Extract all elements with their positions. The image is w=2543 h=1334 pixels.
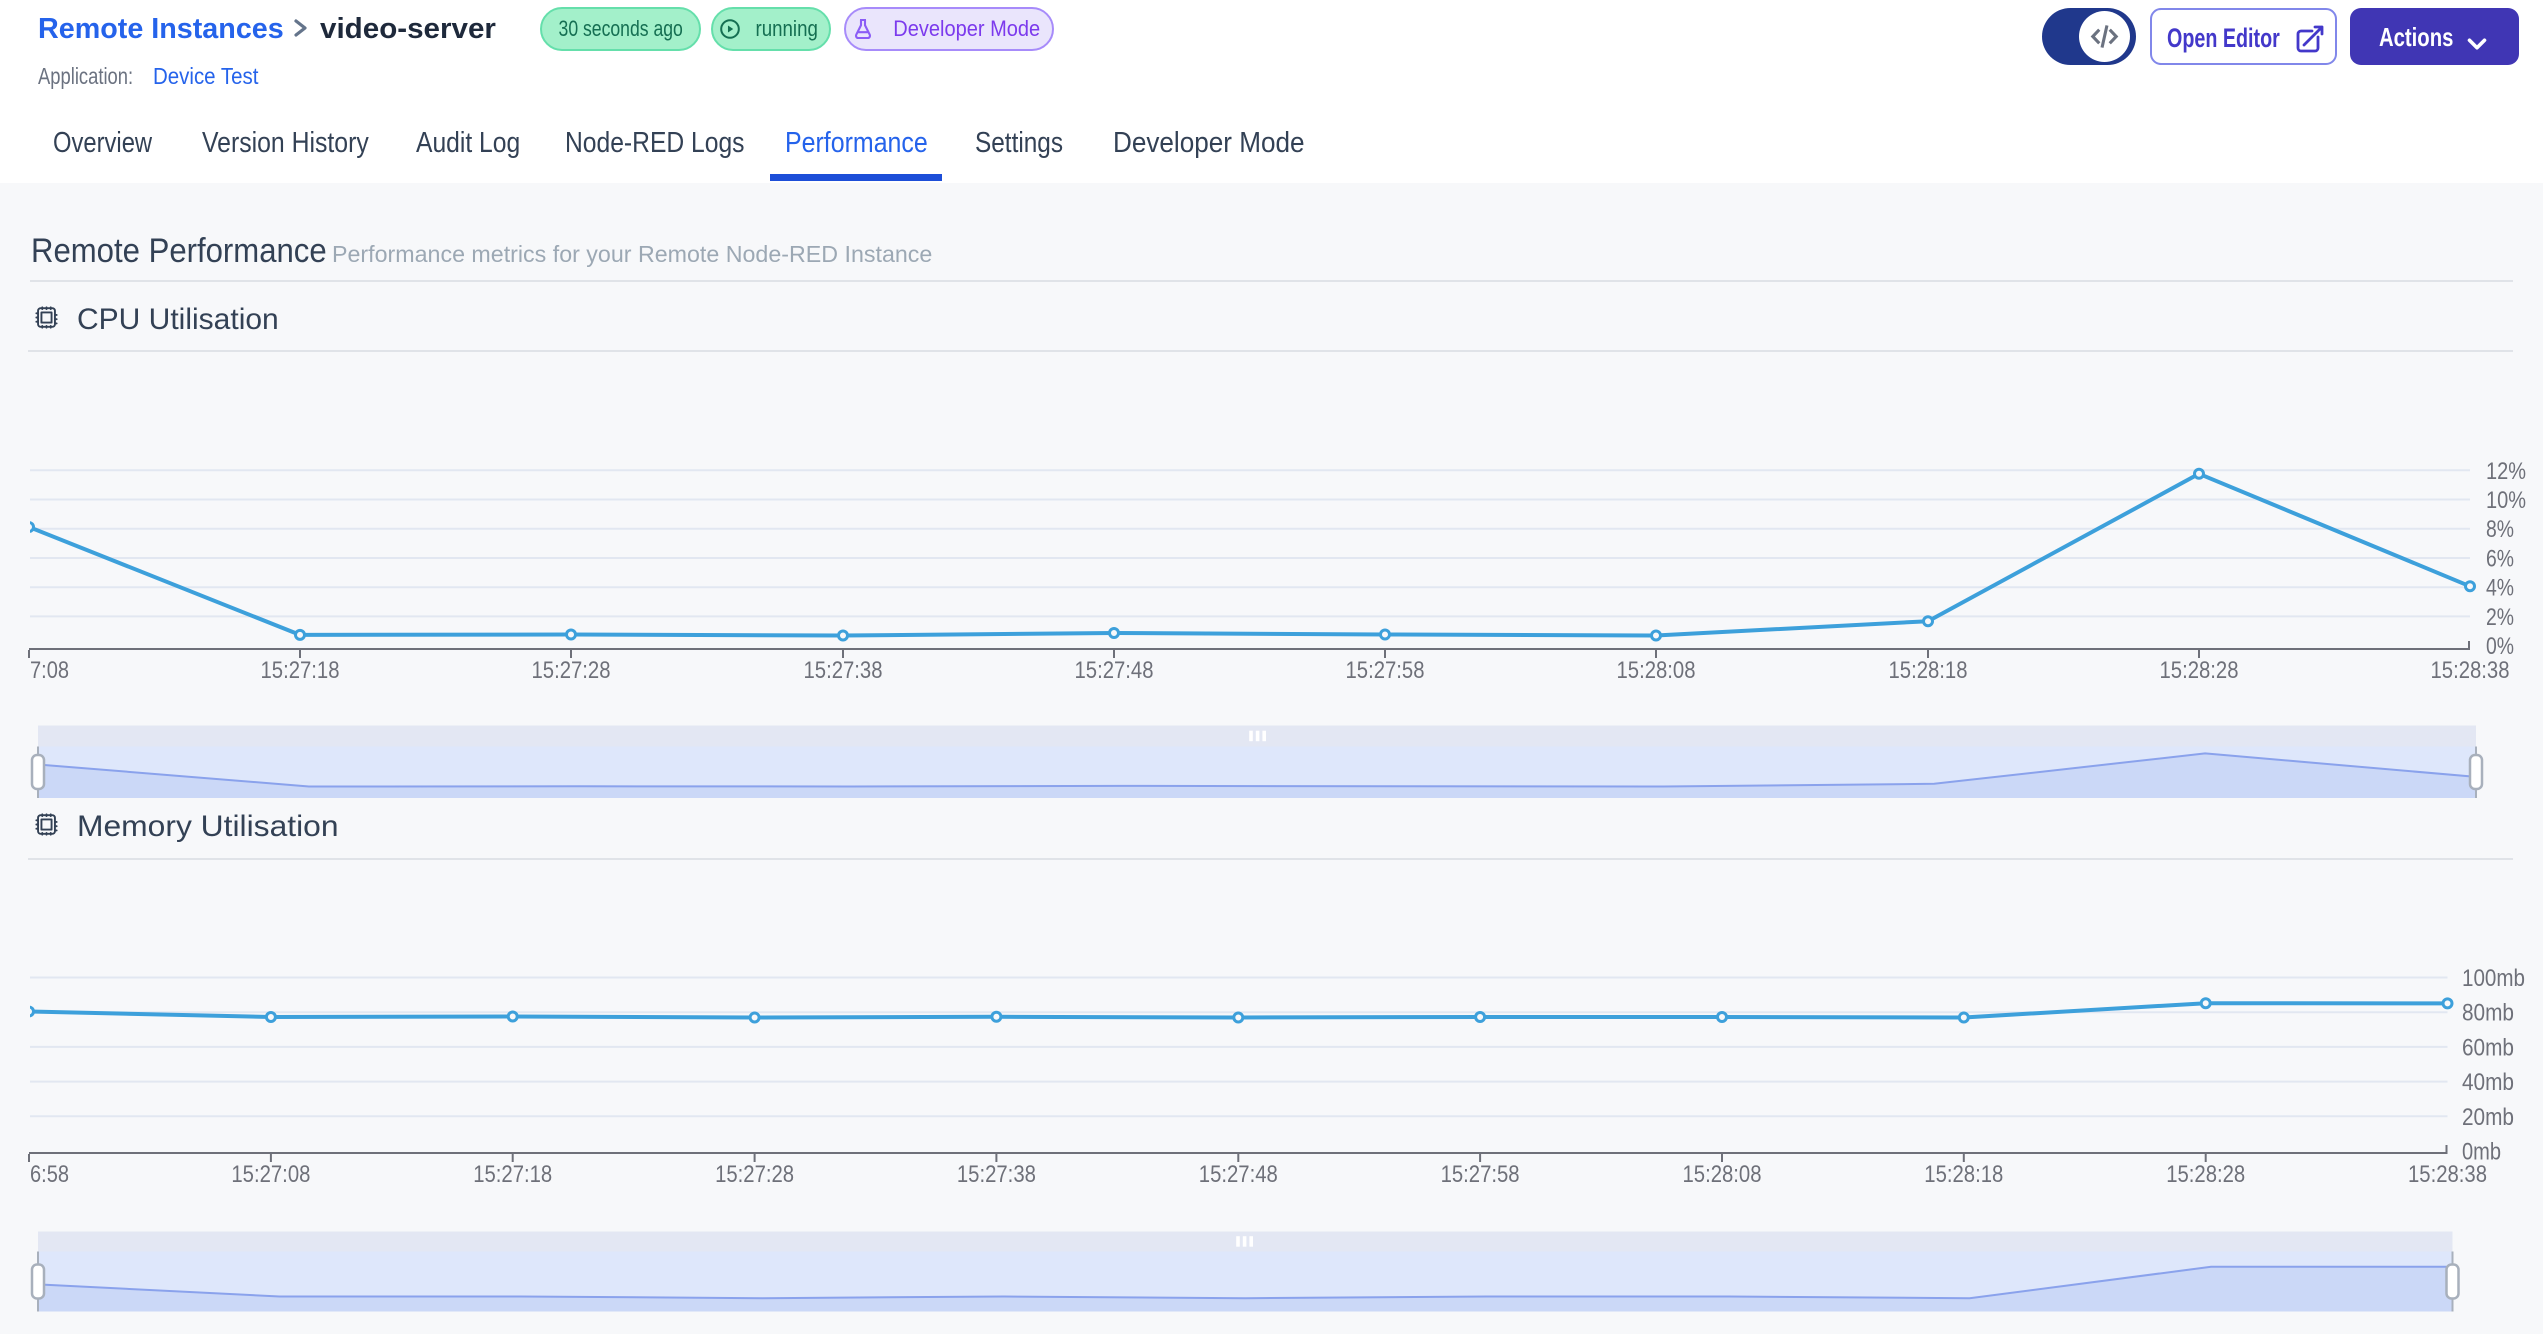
svg-text:20mb: 20mb <box>2462 1104 2514 1131</box>
svg-text:0mb: 0mb <box>2462 1139 2501 1166</box>
svg-text:15:28:28: 15:28:28 <box>2166 1161 2245 1188</box>
svg-text:6:58: 6:58 <box>30 1161 69 1188</box>
svg-text:10%: 10% <box>2486 487 2526 514</box>
svg-text:15:28:38: 15:28:38 <box>2431 657 2510 684</box>
svg-text:15:27:58: 15:27:58 <box>1441 1161 1520 1188</box>
svg-text:15:27:18: 15:27:18 <box>261 657 340 684</box>
svg-text:15:28:28: 15:28:28 <box>2160 657 2239 684</box>
svg-text:8%: 8% <box>2486 516 2514 543</box>
svg-text:100mb: 100mb <box>2462 965 2525 992</box>
svg-text:4%: 4% <box>2486 575 2514 602</box>
svg-text:15:27:38: 15:27:38 <box>804 657 883 684</box>
svg-text:12%: 12% <box>2486 458 2526 485</box>
svg-text:60mb: 60mb <box>2462 1034 2514 1061</box>
svg-text:15:27:18: 15:27:18 <box>473 1161 552 1188</box>
svg-text:15:27:08: 15:27:08 <box>231 1161 310 1188</box>
svg-text:80mb: 80mb <box>2462 1000 2514 1027</box>
svg-text:40mb: 40mb <box>2462 1069 2514 1096</box>
svg-text:6%: 6% <box>2486 546 2514 573</box>
svg-text:2%: 2% <box>2486 604 2514 631</box>
svg-text:15:27:48: 15:27:48 <box>1199 1161 1278 1188</box>
svg-text:15:27:48: 15:27:48 <box>1075 657 1154 684</box>
svg-text:15:27:28: 15:27:28 <box>715 1161 794 1188</box>
svg-text:15:28:08: 15:28:08 <box>1617 657 1696 684</box>
svg-text:15:27:38: 15:27:38 <box>957 1161 1036 1188</box>
svg-text:15:28:18: 15:28:18 <box>1889 657 1968 684</box>
svg-text:15:28:18: 15:28:18 <box>1924 1161 2003 1188</box>
svg-text:15:27:28: 15:27:28 <box>532 657 611 684</box>
svg-text:0%: 0% <box>2486 633 2514 660</box>
svg-text:15:27:58: 15:27:58 <box>1346 657 1425 684</box>
svg-text:15:28:08: 15:28:08 <box>1683 1161 1762 1188</box>
svg-text:7:08: 7:08 <box>30 657 69 684</box>
